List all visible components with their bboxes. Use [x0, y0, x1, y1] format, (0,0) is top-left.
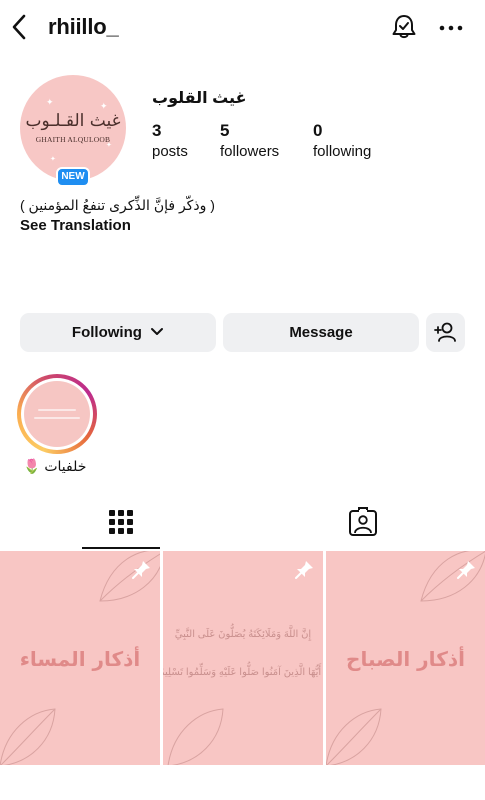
highlight-frame — [21, 378, 93, 450]
sparkle-icon: ✦ — [46, 97, 54, 107]
stat-value: 0 — [313, 121, 323, 140]
following-label: Following — [71, 324, 142, 341]
post-verse-line: يَا أَيُّهَا الَّذِينَ آمَنُوا صَلُّوا ع… — [163, 667, 323, 678]
see-translation-link[interactable]: See Translation — [20, 217, 131, 234]
pin-icon — [132, 561, 150, 579]
sparkle-icon: ✦ — [50, 156, 56, 163]
decorative-line — [38, 409, 76, 411]
post-thumbnail[interactable]: أذكار الصباح — [326, 551, 485, 765]
profile-avatar[interactable]: ✦ ✦ ✦ ✦ غيث القـلـوب GHAITH ALQULOOB — [20, 75, 126, 181]
notification-bell-icon[interactable] — [389, 13, 419, 43]
highlight-label: خلفيات 🌷 — [23, 458, 87, 474]
posts-count[interactable]: 3 posts — [152, 121, 188, 160]
active-tab-indicator — [82, 547, 160, 549]
post-thumbnail[interactable]: إِنَّ اللَّهَ وَمَلَائِكَتَهُ يُصَلُّونَ… — [163, 551, 323, 765]
post-thumbnail[interactable]: أذكار المساء — [0, 551, 160, 765]
following-button[interactable]: Following — [20, 313, 216, 352]
post-verse-line: إِنَّ اللَّهَ وَمَلَائِكَتَهُ يُصَلُّونَ… — [174, 629, 312, 640]
stat-label: posts — [152, 143, 188, 160]
avatar-logo-english: GHAITH ALQULOOB — [35, 135, 111, 144]
stat-value: 3 — [152, 121, 162, 140]
stat-value: 5 — [220, 121, 230, 140]
top-bar: rhiillo_ — [0, 0, 485, 58]
message-button[interactable]: Message — [223, 313, 419, 352]
new-badge: NEW — [56, 167, 90, 187]
profile-display-name: غيث القلوب — [152, 90, 247, 107]
leaf-decoration-icon — [0, 708, 56, 765]
more-options-icon[interactable] — [436, 16, 466, 40]
tab-tagged[interactable] — [324, 500, 402, 550]
add-user-button[interactable] — [426, 313, 465, 352]
avatar-logo-arabic: غيث القـلـوب — [25, 111, 121, 131]
tab-posts-grid[interactable] — [82, 500, 160, 550]
post-title: أذكار الصباح — [346, 647, 465, 671]
back-chevron-icon[interactable] — [8, 12, 30, 42]
following-count[interactable]: 0 following — [313, 121, 371, 160]
chevron-down-icon — [151, 327, 164, 335]
pin-icon — [295, 561, 313, 579]
stat-label: following — [313, 143, 372, 160]
profile-tabs — [0, 500, 485, 550]
message-label: Message — [289, 324, 353, 341]
highlight-cover — [24, 381, 90, 447]
tagged-person-icon — [349, 507, 377, 536]
grid-icon — [109, 510, 133, 534]
followers-count[interactable]: 5 followers — [220, 121, 279, 160]
story-highlight[interactable] — [17, 374, 97, 454]
profile-bio: ( وذكّر فإنَّ الذِّكرى تنفعُ المؤمنين ) — [20, 197, 215, 213]
post-title: أذكار المساء — [19, 647, 141, 671]
decorative-line — [34, 417, 80, 419]
pin-icon — [457, 561, 475, 579]
profile-username: rhiillo_ — [48, 14, 119, 39]
leaf-decoration-icon — [167, 708, 224, 765]
stat-label: followers — [220, 143, 280, 160]
leaf-decoration-icon — [326, 708, 382, 765]
add-user-icon — [434, 322, 456, 342]
